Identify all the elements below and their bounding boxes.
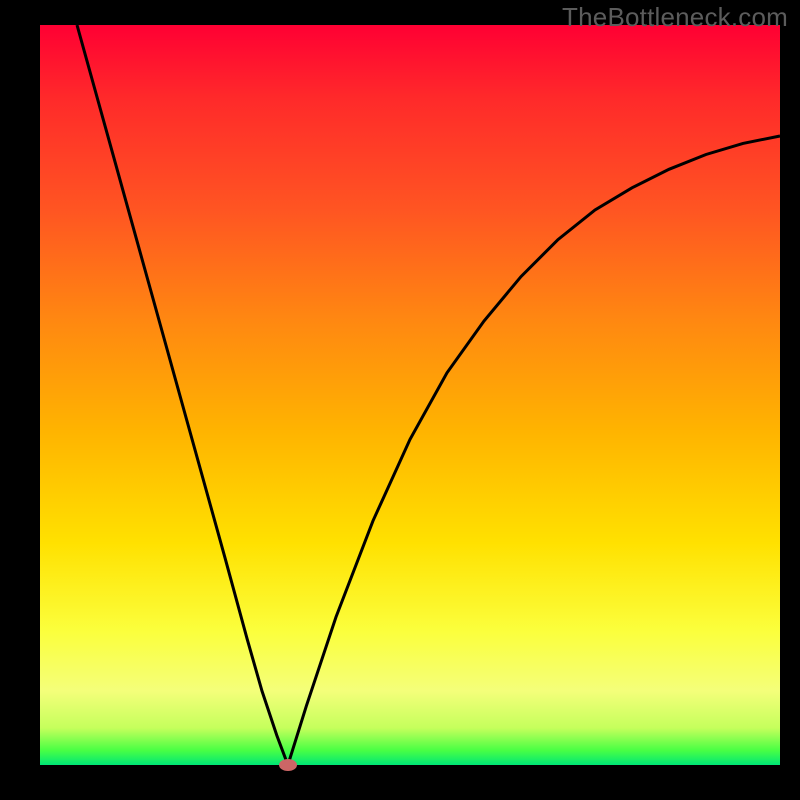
curve-path	[77, 25, 780, 765]
bottleneck-curve	[40, 25, 780, 765]
plot-area	[40, 25, 780, 765]
chart-frame: TheBottleneck.com	[0, 0, 800, 800]
watermark-text: TheBottleneck.com	[562, 2, 788, 33]
minimum-marker	[279, 759, 297, 771]
